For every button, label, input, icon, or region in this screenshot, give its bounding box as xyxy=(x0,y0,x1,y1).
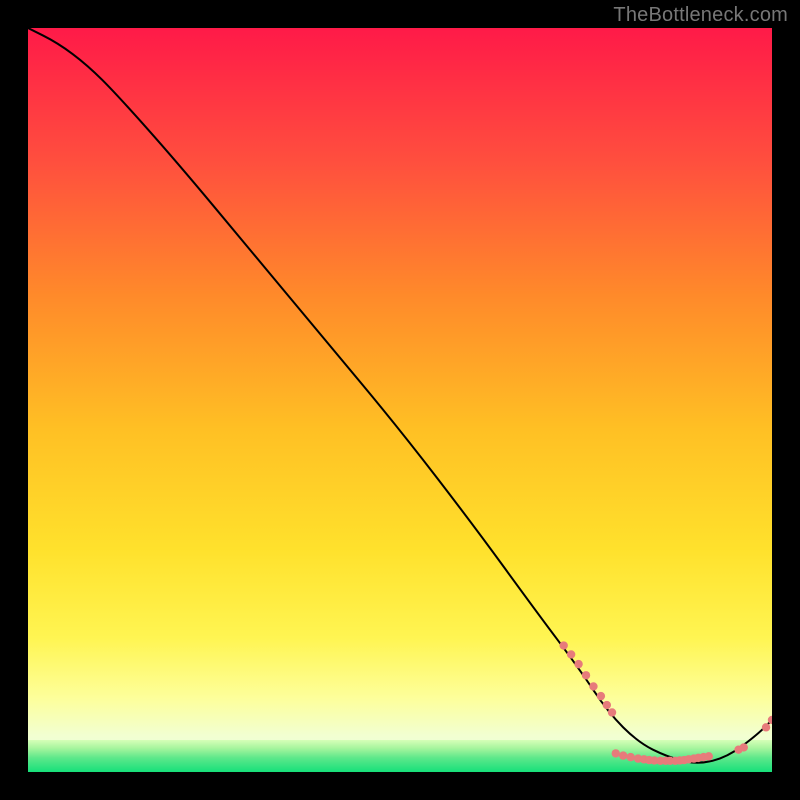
marker-dot xyxy=(559,641,567,649)
marker-dot xyxy=(740,743,748,751)
watermark-text: TheBottleneck.com xyxy=(613,4,788,27)
marker-dot xyxy=(762,723,770,731)
marker-dot xyxy=(589,682,597,690)
marker-dot xyxy=(705,752,713,760)
chart-frame: TheBottleneck.com xyxy=(0,0,800,800)
marker-dot xyxy=(567,650,575,658)
marker-points xyxy=(559,641,772,765)
marker-dot xyxy=(612,749,620,757)
marker-dot xyxy=(603,701,611,709)
marker-dot xyxy=(574,660,582,668)
marker-dot xyxy=(619,751,627,759)
marker-dot xyxy=(597,692,605,700)
bottleneck-curve xyxy=(28,28,772,763)
bottleneck-curve-path xyxy=(28,28,772,763)
marker-dot xyxy=(582,671,590,679)
marker-dot xyxy=(608,708,616,716)
chart-svg xyxy=(28,28,772,772)
marker-dot xyxy=(626,753,634,761)
plot-area xyxy=(28,28,772,772)
